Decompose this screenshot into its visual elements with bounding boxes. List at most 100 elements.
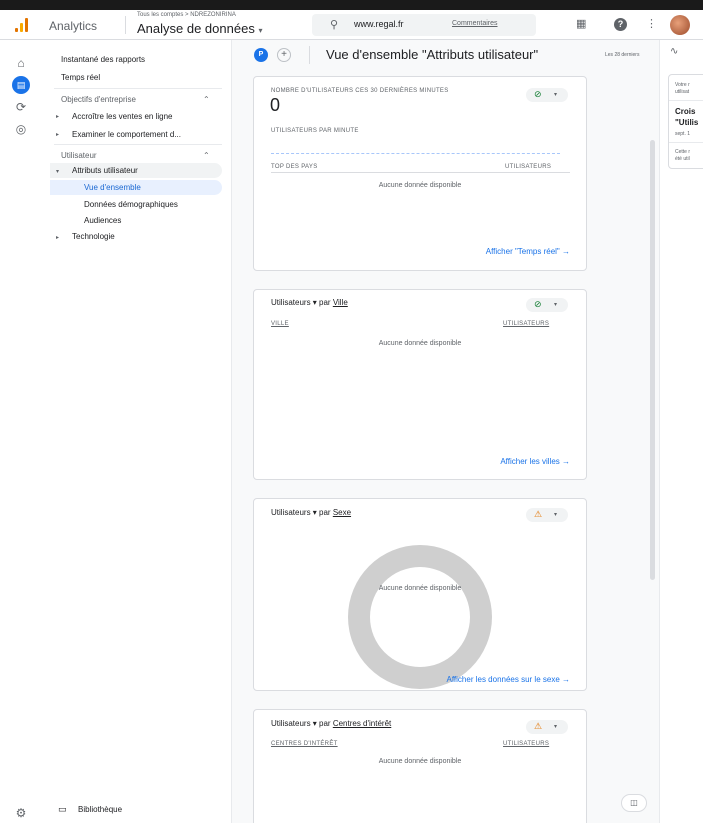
- users-per-minute-label: UTILISATEURS PAR MINUTE: [271, 128, 359, 134]
- explore-icon[interactable]: ⟳: [12, 98, 30, 116]
- page-title: Vue d'ensemble "Attributs utilisateur": [326, 47, 539, 62]
- search-icon: ⚲: [330, 19, 339, 31]
- property-name: Analyse de données: [137, 21, 255, 36]
- top-header: Analytics Tous les comptes > NDREZONIRIN…: [0, 10, 703, 40]
- dimension-selector[interactable]: Ville: [333, 298, 348, 307]
- header-divider: [125, 16, 126, 34]
- nav-user-attributes[interactable]: Attributs utilisateur: [72, 166, 138, 175]
- insight-divider: [669, 142, 703, 143]
- no-data-message: Aucune donnée disponible: [378, 340, 462, 347]
- table-divider: [271, 172, 570, 173]
- collapse-arrow-icon[interactable]: ▾: [56, 168, 59, 175]
- expand-arrow-icon[interactable]: ▸: [56, 113, 59, 120]
- insight-footer: été util: [675, 156, 690, 162]
- col-header-city[interactable]: VILLE: [271, 321, 289, 327]
- add-comparison-button[interactable]: +: [277, 48, 291, 62]
- insight-text: utilisat: [675, 89, 690, 95]
- sparkline: [271, 153, 560, 154]
- chevron-down-icon: ▾: [258, 26, 263, 35]
- avatar[interactable]: [670, 15, 690, 35]
- more-vert-icon[interactable]: ⋮: [646, 17, 657, 30]
- card-title[interactable]: Utilisateurs ▾ par Ville: [271, 298, 348, 307]
- comparison-badge[interactable]: P: [254, 48, 268, 62]
- col-header-users: UTILISATEURS: [505, 164, 552, 170]
- status-dropdown[interactable]: ⊘ ▾: [526, 298, 568, 312]
- report-title-bar: P + Vue d'ensemble "Attributs utilisateu…: [232, 40, 659, 70]
- folder-icon[interactable]: ▭: [58, 804, 67, 815]
- col-header-interests[interactable]: CENTRES D'INTÉRÊT: [271, 741, 338, 747]
- nav-library[interactable]: Bibliothèque: [78, 805, 122, 814]
- status-dropdown[interactable]: ⚠ ▾: [526, 720, 568, 734]
- advertising-icon[interactable]: ◎: [12, 120, 30, 138]
- reports-icon[interactable]: ▤: [12, 76, 30, 94]
- title-divider: [309, 46, 310, 64]
- nav-realtime[interactable]: Temps réel: [61, 73, 100, 82]
- gender-donut-chart: [348, 545, 492, 689]
- expand-arrow-icon[interactable]: ▸: [56, 234, 59, 241]
- warning-icon: ⚠: [534, 721, 543, 731]
- view-gender-link[interactable]: Afficher les données sur le sexe →: [447, 675, 570, 684]
- nav-examine-behavior[interactable]: Examiner le comportement d...: [72, 130, 181, 139]
- account-breadcrumb[interactable]: Tous les comptes > NDREZONIRINA: [137, 12, 236, 18]
- reports-nav: Instantané des rapports Temps réel Objec…: [44, 40, 232, 823]
- nav-snapshot[interactable]: Instantané des rapports: [61, 55, 145, 64]
- no-data-message: Aucune donnée disponible: [378, 585, 462, 592]
- main-scrollbar[interactable]: [650, 140, 655, 580]
- chevron-down-icon: ▾: [554, 512, 558, 518]
- nav-overview[interactable]: Vue d'ensemble: [84, 183, 141, 192]
- property-selector[interactable]: Analyse de données ▾: [137, 21, 262, 36]
- card-title[interactable]: Utilisateurs ▾ par Centres d'intérêt: [271, 719, 391, 728]
- chevron-down-icon: ▾: [554, 92, 558, 98]
- nav-section-user[interactable]: Utilisateur: [61, 151, 97, 160]
- search-bar[interactable]: ⚲ www.regal.fr Commentaires: [312, 14, 536, 36]
- settings-gear-icon[interactable]: ⚙: [12, 804, 30, 822]
- nav-divider: [54, 144, 222, 145]
- nav-divider: [54, 88, 222, 89]
- insights-panel: ∿ Votre r utilisat Crois "Utilis sept. 1…: [659, 40, 703, 823]
- dimension-selector[interactable]: Sexe: [333, 508, 351, 517]
- apps-grid-icon[interactable]: ▦: [576, 17, 586, 30]
- check-circle-icon: ⊘: [534, 299, 542, 309]
- col-header-users[interactable]: UTILISATEURS: [503, 741, 549, 747]
- check-circle-icon: ⊘: [534, 89, 542, 99]
- feedback-link[interactable]: Commentaires: [452, 20, 498, 27]
- feedback-icon[interactable]: ◫: [621, 794, 647, 812]
- realtime-users-label: NOMBRE D'UTILISATEURS CES 30 DERNIÈRES M…: [271, 88, 449, 94]
- analytics-logo-icon[interactable]: [15, 18, 29, 32]
- col-header-users[interactable]: UTILISATEURS: [503, 321, 549, 327]
- realtime-card: NOMBRE D'UTILISATEURS CES 30 DERNIÈRES M…: [253, 76, 587, 271]
- metric-selector[interactable]: Utilisateurs ▾ par: [271, 508, 333, 517]
- insights-trend-icon[interactable]: ∿: [670, 46, 678, 57]
- insight-divider: [669, 100, 703, 101]
- chevron-up-icon[interactable]: ⌃: [203, 151, 210, 160]
- insight-title: "Utilis: [675, 118, 699, 127]
- no-data-message: Aucune donnée disponible: [378, 182, 462, 189]
- donut-hole: [370, 567, 470, 667]
- help-icon[interactable]: ?: [614, 18, 627, 31]
- left-rail: ⌂ ▤ ⟳ ◎ ⚙: [0, 40, 44, 823]
- gender-card: Utilisateurs ▾ par Sexe ⚠ ▾ Aucune donné…: [253, 498, 587, 691]
- home-icon[interactable]: ⌂: [12, 54, 30, 72]
- insight-text: Votre r: [675, 82, 690, 88]
- nav-demographics[interactable]: Données démographiques: [84, 200, 178, 209]
- metric-selector[interactable]: Utilisateurs ▾ par: [271, 719, 333, 728]
- insight-title: Crois: [675, 107, 696, 116]
- nav-audiences[interactable]: Audiences: [84, 216, 121, 225]
- status-dropdown[interactable]: ⚠ ▾: [526, 508, 568, 522]
- nav-grow-sales[interactable]: Accroître les ventes en ligne: [72, 112, 173, 121]
- insight-date: sept. 1: [675, 131, 691, 137]
- date-range-selector[interactable]: Les 28 derniers: [605, 52, 639, 58]
- chevron-down-icon: ▾: [554, 302, 558, 308]
- expand-arrow-icon[interactable]: ▸: [56, 131, 59, 138]
- card-title[interactable]: Utilisateurs ▾ par Sexe: [271, 508, 351, 517]
- status-dropdown[interactable]: ⊘ ▾: [526, 88, 568, 102]
- nav-section-business[interactable]: Objectifs d'entreprise: [61, 95, 136, 104]
- nav-technology[interactable]: Technologie: [72, 232, 115, 241]
- insight-card[interactable]: Votre r utilisat Crois "Utilis sept. 1 C…: [668, 74, 703, 169]
- view-realtime-link[interactable]: Afficher "Temps réel" →: [486, 247, 570, 256]
- view-cities-link[interactable]: Afficher les villes →: [500, 457, 570, 466]
- search-input[interactable]: www.regal.fr: [354, 19, 404, 29]
- metric-selector[interactable]: Utilisateurs ▾ par: [271, 298, 333, 307]
- dimension-selector[interactable]: Centres d'intérêt: [333, 719, 391, 728]
- chevron-up-icon[interactable]: ⌃: [203, 95, 210, 104]
